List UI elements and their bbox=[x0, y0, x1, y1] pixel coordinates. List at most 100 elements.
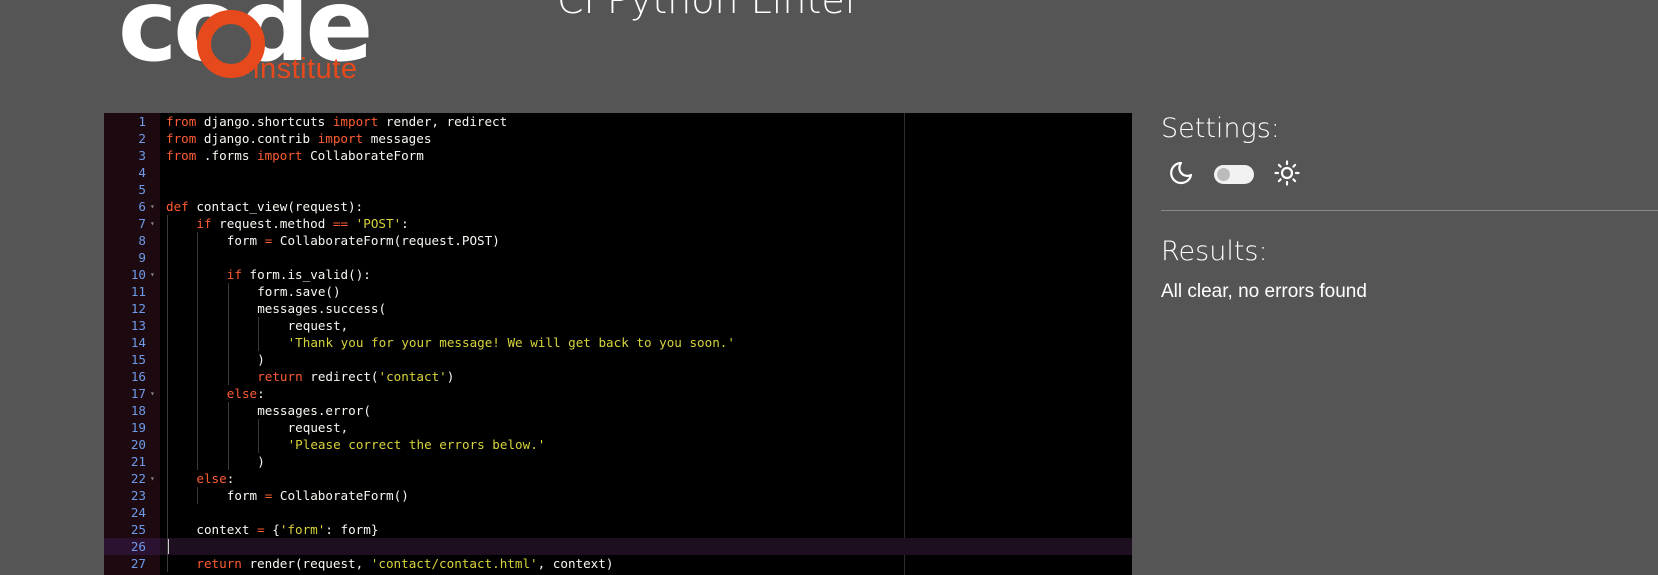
code-token: ) bbox=[446, 369, 455, 384]
indent-guide bbox=[258, 334, 260, 351]
indent-guide bbox=[167, 317, 168, 334]
line-number: 12 bbox=[130, 301, 146, 316]
code-editor[interactable]: 1 from django.shortcuts import render, re… bbox=[104, 113, 1132, 575]
code-token: render(request, bbox=[241, 556, 371, 571]
code-line[interactable]: 4 bbox=[104, 164, 1132, 181]
indent-guide bbox=[197, 385, 199, 402]
code-text: 'Please correct the errors below.' bbox=[288, 436, 546, 453]
indent-guide bbox=[167, 300, 168, 317]
code-line[interactable]: 7 ▾ if request.method == 'POST': bbox=[104, 215, 1132, 232]
code-text: request, bbox=[288, 419, 349, 436]
code-line[interactable]: 1 from django.shortcuts import render, re… bbox=[104, 113, 1132, 130]
fold-arrow-icon[interactable]: ▾ bbox=[150, 470, 158, 487]
code-token: 'Thank you for your message! We will get… bbox=[287, 335, 735, 350]
code-line[interactable]: 16 return redirect('contact') bbox=[104, 368, 1132, 385]
code-token: : bbox=[226, 471, 235, 486]
code-text: messages.success( bbox=[257, 300, 386, 317]
line-number: 4 bbox=[138, 165, 146, 180]
fold-arrow-icon[interactable]: ▾ bbox=[150, 198, 158, 215]
indent-guide bbox=[227, 283, 229, 300]
code-token: CollaborateForm(request.POST) bbox=[272, 233, 500, 248]
code-token: request, bbox=[287, 420, 349, 435]
line-number: 15 bbox=[130, 352, 146, 367]
code-line[interactable]: 21) bbox=[104, 453, 1132, 470]
code-token: messages bbox=[363, 131, 432, 146]
indent-guide bbox=[167, 266, 168, 283]
indent-guide bbox=[167, 453, 168, 470]
code-token: contact_view(request): bbox=[188, 199, 364, 214]
code-line[interactable]: 9 bbox=[104, 249, 1132, 266]
code-lines[interactable]: 1 from django.shortcuts import render, re… bbox=[104, 113, 1132, 572]
code-line[interactable]: 25 context = {'form': form} bbox=[104, 521, 1132, 538]
code-text: ) bbox=[257, 453, 265, 470]
results-title: Results: bbox=[1161, 236, 1268, 267]
indent-guide bbox=[197, 249, 199, 266]
code-token: request, bbox=[287, 318, 349, 333]
code-line[interactable]: 5 bbox=[104, 181, 1132, 198]
line-number: 25 bbox=[130, 522, 146, 537]
indent-guide bbox=[167, 232, 168, 249]
indent-guide bbox=[197, 300, 199, 317]
code-text: def contact_view(request): bbox=[166, 198, 363, 215]
code-line[interactable]: 26 bbox=[104, 538, 1132, 555]
indent-guide bbox=[258, 317, 260, 334]
code-token: from bbox=[166, 131, 197, 146]
code-text: messages.error( bbox=[257, 402, 371, 419]
code-line[interactable]: 20 'Please correct the errors below.' bbox=[104, 436, 1132, 453]
code-text: return render(request, 'contact/contact.… bbox=[196, 555, 613, 572]
code-line[interactable]: 23 form = CollaborateForm() bbox=[104, 487, 1132, 504]
code-line[interactable]: 17 ▾ else: bbox=[104, 385, 1132, 402]
indent-guide bbox=[227, 436, 229, 453]
indent-guide bbox=[167, 504, 168, 521]
line-number: 14 bbox=[130, 335, 146, 350]
code-token: render, redirect bbox=[378, 114, 508, 129]
indent-guide bbox=[258, 436, 260, 453]
code-line[interactable]: 12 messages.success( bbox=[104, 300, 1132, 317]
code-text: from .forms import CollaborateForm bbox=[166, 147, 424, 164]
code-line[interactable]: 14 'Thank you for your message! We will g… bbox=[104, 334, 1132, 351]
code-token: from bbox=[166, 148, 197, 163]
code-line[interactable]: 10 ▾ if form.is_valid(): bbox=[104, 266, 1132, 283]
code-line[interactable]: 19 request, bbox=[104, 419, 1132, 436]
code-line[interactable]: 18 messages.error( bbox=[104, 402, 1132, 419]
code-line[interactable]: 6 ▾ def contact_view(request): bbox=[104, 198, 1132, 215]
code-token: { bbox=[264, 522, 280, 537]
code-line[interactable]: 11 form.save() bbox=[104, 283, 1132, 300]
code-line[interactable]: 27 return render(request, 'contact/contac… bbox=[104, 555, 1132, 572]
code-token: messages.success( bbox=[257, 301, 387, 316]
indent-guide bbox=[197, 351, 199, 368]
code-text: from django.contrib import messages bbox=[166, 130, 431, 147]
indent-guide bbox=[227, 300, 229, 317]
code-line[interactable]: 24 bbox=[104, 504, 1132, 521]
code-token: context bbox=[196, 522, 258, 537]
fold-arrow-icon[interactable]: ▾ bbox=[150, 385, 158, 402]
code-token: 'form' bbox=[279, 522, 326, 537]
line-number: 27 bbox=[130, 556, 146, 571]
code-line[interactable]: 13 request, bbox=[104, 317, 1132, 334]
indent-guide bbox=[197, 436, 199, 453]
code-line[interactable]: 15) bbox=[104, 351, 1132, 368]
code-line[interactable]: 8 form = CollaborateForm(request.POST) bbox=[104, 232, 1132, 249]
code-token: , context) bbox=[537, 556, 614, 571]
code-token: if bbox=[226, 267, 242, 282]
line-number: 18 bbox=[130, 403, 146, 418]
code-token: 'Please correct the errors below.' bbox=[287, 437, 546, 452]
theme-toggle[interactable] bbox=[1214, 165, 1254, 184]
line-number: 2 bbox=[138, 131, 146, 146]
code-text: if form.is_valid(): bbox=[227, 266, 371, 283]
code-token: import bbox=[332, 114, 379, 129]
code-token: : bbox=[401, 216, 409, 231]
indent-guide bbox=[167, 436, 168, 453]
fold-arrow-icon[interactable]: ▾ bbox=[150, 215, 158, 232]
code-line[interactable]: 3 from .forms import CollaborateForm bbox=[104, 147, 1132, 164]
fold-arrow-icon[interactable]: ▾ bbox=[150, 266, 158, 283]
code-token: form bbox=[226, 233, 265, 248]
code-line[interactable]: 22 ▾ else: bbox=[104, 470, 1132, 487]
logo-sub: institute bbox=[253, 53, 358, 85]
indent-guide bbox=[197, 453, 199, 470]
indent-guide bbox=[197, 368, 199, 385]
indent-guide bbox=[167, 249, 168, 266]
code-line[interactable]: 2 from django.contrib import messages bbox=[104, 130, 1132, 147]
indent-guide bbox=[197, 232, 199, 249]
